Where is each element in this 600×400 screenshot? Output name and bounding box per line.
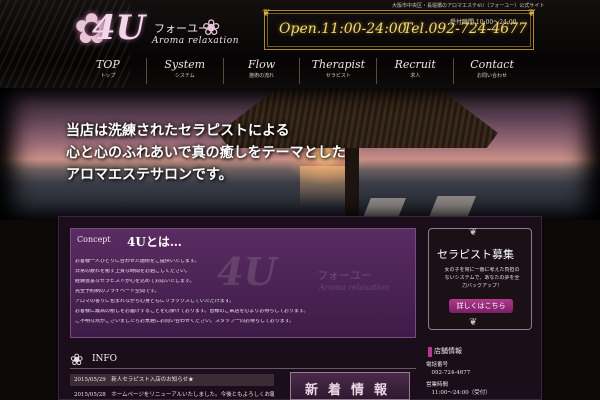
concept-text-line: お客様一人ひとりに合わせた施術をご提供いたします。 [75,259,200,264]
news-item[interactable]: 2015/05/29 新人セラピスト入店のお知らせ★ [70,374,274,386]
nav-label: TOP [96,58,120,71]
ornament-icon: ❦ [527,8,536,19]
ornament-icon: ❦ [262,8,271,19]
news-banner[interactable]: 新着情報 [290,372,410,400]
nav-sublabel: トップ [100,73,116,79]
news-banner-label: 新着情報 [304,383,397,398]
nav-label: Therapist [311,58,366,71]
shop-info-line: 電話番号 [426,362,449,368]
concept-text-line: ご不明な点がございましたらお気軽にお問い合わせください。スタッフ一同お待ちしてお… [75,319,295,324]
nav-item-contact[interactable]: Contact お問い合わせ [453,58,530,84]
recruit-text-line: 力バックアップ！ [461,283,502,289]
nav-sublabel: 施術の流れ [249,73,275,79]
main-nav: TOP トップ System システム Flow 施術の流れ Therapist… [70,58,530,84]
concept-heading: 4Uとは… [127,235,182,249]
recruit-text-line: 女の子を常に一番に考えた負担の [444,267,520,273]
nav-label: Contact [470,58,514,71]
flower-icon: ❀ [202,16,221,41]
concept-panel: Concept 4Uとは… 4U フォーユー Aroma relaxation … [70,228,416,338]
recruit-banner[interactable]: ❦ セラピスト募集 女の子を常に一番に考えた負担の ないシステムで、あなたの夢を… [428,227,532,330]
nav-sublabel: 求人 [410,73,421,79]
info-title: INFO [92,354,118,364]
nav-sublabel: セラピスト [325,73,351,79]
site-logo[interactable]: ✿ 4U フォーユー Aroma relaxation ❀ [70,6,240,52]
news-item[interactable]: 2015/05/28 ホームページをリニューアルいたしました。今後ともよろしくお… [70,389,274,400]
flower-icon: ❀ [70,350,84,369]
recruit-text-line: ないシステムで、あなたの夢を全 [444,275,520,281]
hero-banner: 当店は洗練されたセラピストによる 心と心のふれあいで真の癒しをテーマとした アロ… [0,88,600,220]
shop-info-line: 営業時間 [426,382,449,388]
nav-item-recruit[interactable]: Recruit 求人 [376,58,453,84]
shop-info-line: 11:00〜24:00（受付） [426,390,491,396]
concept-text-line: 日常の疲れを癒す上質な時間をお過ごしください。 [75,269,191,274]
nav-item-top[interactable]: TOP トップ [70,58,146,84]
site-header: ✿ 4U フォーユー Aroma relaxation ❀ 大阪市中央区・長堀橋… [0,0,600,88]
hero-text-line: 当店は洗練されたセラピストによる [66,123,290,139]
nav-item-system[interactable]: System システム [145,58,223,84]
shop-info-header: 店舗情報 [428,346,532,358]
nav-sublabel: お問い合わせ [477,73,508,79]
nav-label: Flow [247,58,276,71]
opening-hours: Open.11:00-24:00 [279,21,407,37]
recruit-details-button[interactable]: 詳しくはこちら [449,299,513,313]
hero-text-line: 心と心のふれあいで真の癒しをテーマとした [66,145,346,161]
nav-sublabel: システム [174,73,195,79]
shop-info-line[interactable]: 092-724-4677 [426,370,471,377]
concept-text-line: 完全予約制のプライベート空間です。 [75,289,160,294]
info-header: ❀ INFO [70,350,274,369]
section-marker-icon [428,347,432,357]
concept-label: Concept [77,235,111,244]
shop-info-title: 店舗情報 [434,347,462,355]
nav-label: System [164,58,206,71]
reception-hours: 受付時間 10:00〜24:00 [450,19,517,26]
logo-kana: フォーユー [154,22,209,35]
nav-item-flow[interactable]: Flow 施術の流れ [222,58,300,84]
hours-tel-box: ❦ ❦ Open.11:00-24:00 Tel.092-724-4677 [262,8,536,50]
header-tagline: 大阪市中央区・長堀橋のアロマエステ4U（フォーユー）公式サイト [392,3,545,9]
nav-label: Recruit [394,58,436,71]
recruit-title: セラピスト募集 [437,248,514,261]
concept-text-line: アロマの香りに包まれながら心身ともにリラックスしていただけます。 [75,299,235,304]
logo-brand: 4U [92,8,146,48]
logo-subtitle: Aroma relaxation [152,36,240,46]
nav-item-therapist[interactable]: Therapist セラピスト [299,58,376,84]
info-divider [70,368,416,369]
concept-text-line: お客様に最高の癒しをお届けすることを心掛けております。皆様のご来店を心よりお待ち… [75,309,309,314]
concept-text-line: 経験豊富なセラピストが心を込めて対応いたします。 [75,279,195,284]
ornament-icon: ❦ [469,317,478,328]
ornament-icon: ❦ [469,227,478,238]
hero-text-line: アロマエステサロンです。 [66,167,233,183]
